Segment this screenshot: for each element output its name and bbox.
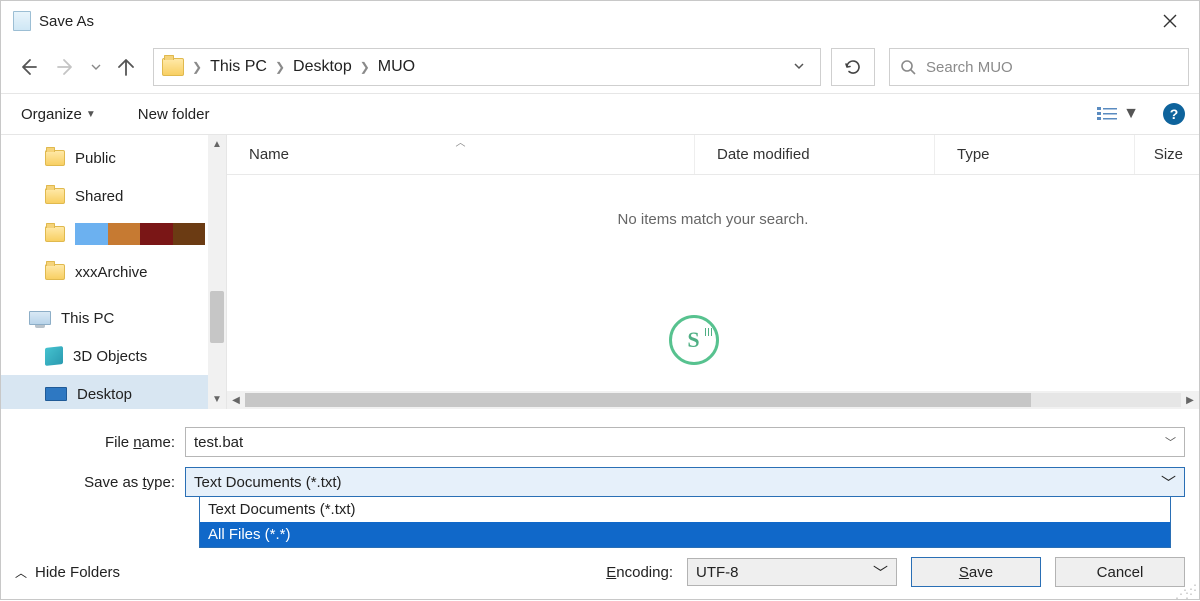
file-name-input[interactable]: test.bat ﹀	[185, 427, 1185, 457]
search-input[interactable]: Search MUO	[889, 48, 1189, 86]
back-button[interactable]	[11, 50, 45, 84]
close-button[interactable]	[1147, 5, 1193, 37]
toolbar: Organize ▼ New folder ▼ ?	[1, 93, 1199, 135]
breadcrumb-this-pc[interactable]: This PC	[204, 58, 273, 76]
encoding-label: Encoding:	[606, 564, 673, 581]
search-placeholder: Search MUO	[926, 59, 1013, 76]
caret-down-icon: ▼	[1123, 105, 1139, 123]
save-type-option-all[interactable]: All Files (*.*)	[200, 522, 1170, 547]
save-type-row: Save as type: Text Documents (*.txt) ﹀ T…	[15, 467, 1185, 497]
chevron-down-icon	[793, 60, 805, 72]
tree-item-shared[interactable]: Shared	[1, 177, 226, 215]
folder-icon	[45, 188, 65, 204]
encoding-select[interactable]: UTF-8 ﹀	[687, 558, 897, 586]
list-body: No items match your search. S	[227, 175, 1199, 391]
tree-item-this-pc[interactable]: This PC	[1, 299, 226, 337]
view-details-icon	[1097, 106, 1117, 122]
scroll-thumb[interactable]	[210, 291, 224, 343]
breadcrumb-muo[interactable]: MUO	[372, 58, 421, 76]
watermark-logo: S	[669, 315, 719, 365]
save-as-dialog: Save As ❯ This PC ❯ Desktop ❯ MUO	[0, 0, 1200, 600]
refresh-icon	[844, 58, 862, 76]
scroll-right-icon[interactable]: ▶	[1181, 395, 1199, 406]
folder-icon	[162, 58, 184, 76]
history-dropdown[interactable]	[87, 62, 105, 72]
cancel-button[interactable]: Cancel	[1055, 557, 1185, 587]
form-area: File name: test.bat ﹀ Save as type: Text…	[1, 409, 1199, 507]
help-button[interactable]: ?	[1163, 103, 1185, 125]
list-header: ︿ Name Date modified Type Size	[227, 135, 1199, 175]
refresh-button[interactable]	[831, 48, 875, 86]
chevron-right-icon: ❯	[273, 60, 287, 74]
tree-scrollbar[interactable]: ▲ ▼	[208, 135, 226, 409]
tree-item-swatch[interactable]	[1, 215, 226, 253]
3d-objects-icon	[45, 346, 63, 366]
tree-item-3d-objects[interactable]: 3D Objects	[1, 337, 226, 375]
file-name-label: File name:	[15, 434, 185, 451]
new-folder-button[interactable]: New folder	[132, 102, 216, 127]
file-list: ︿ Name Date modified Type Size No items …	[227, 135, 1199, 409]
column-type[interactable]: Type	[935, 135, 1135, 174]
caret-down-icon: ▼	[86, 109, 96, 120]
tree-item-public[interactable]: Public	[1, 139, 226, 177]
resize-grip[interactable]: ⋰⋰⋰	[1175, 587, 1195, 597]
arrow-right-icon	[56, 57, 76, 77]
forward-button[interactable]	[49, 50, 83, 84]
scroll-thumb[interactable]	[245, 393, 1031, 407]
navbar: ❯ This PC ❯ Desktop ❯ MUO Search MUO	[1, 41, 1199, 93]
tree-item-desktop[interactable]: Desktop	[1, 375, 226, 409]
save-type-label: Save as type:	[15, 474, 185, 491]
body: Public Shared xxxArchive	[1, 135, 1199, 409]
scroll-up-icon[interactable]: ▲	[212, 135, 222, 154]
scroll-down-icon[interactable]: ▼	[212, 390, 222, 409]
organize-menu[interactable]: Organize ▼	[15, 102, 102, 127]
titlebar: Save As	[1, 1, 1199, 41]
bottom-bar: ︿ Hide Folders Encoding: UTF-8 ﹀ Save Ca…	[1, 549, 1199, 599]
save-button[interactable]: Save	[911, 557, 1041, 587]
empty-message: No items match your search.	[618, 211, 809, 228]
scroll-left-icon[interactable]: ◀	[227, 395, 245, 406]
address-bar[interactable]: ❯ This PC ❯ Desktop ❯ MUO	[153, 48, 821, 86]
chevron-down-icon	[91, 62, 101, 72]
color-swatch	[75, 223, 205, 245]
breadcrumb-desktop[interactable]: Desktop	[287, 58, 358, 76]
chevron-right-icon: ❯	[358, 60, 372, 74]
column-size[interactable]: Size	[1135, 135, 1199, 174]
column-date[interactable]: Date modified	[695, 135, 935, 174]
chevron-down-icon: ﹀	[1161, 472, 1176, 493]
chevron-down-icon[interactable]: ﹀	[1165, 434, 1176, 450]
window-title: Save As	[39, 13, 94, 30]
folder-icon	[45, 264, 65, 280]
column-name[interactable]: ︿ Name	[227, 135, 695, 174]
sort-asc-icon: ︿	[456, 134, 466, 149]
horizontal-scrollbar[interactable]: ◀ ▶	[227, 391, 1199, 409]
arrow-left-icon	[18, 57, 38, 77]
chevron-down-icon: ﹀	[873, 562, 888, 583]
save-type-option-txt[interactable]: Text Documents (*.txt)	[200, 497, 1170, 522]
save-type-select[interactable]: Text Documents (*.txt) ﹀	[185, 467, 1185, 497]
save-type-dropdown: Text Documents (*.txt) All Files (*.*)	[199, 496, 1171, 548]
close-icon	[1163, 14, 1177, 28]
pc-icon	[29, 311, 51, 325]
search-icon	[900, 59, 916, 75]
folder-tree: Public Shared xxxArchive	[1, 135, 227, 409]
folder-icon	[45, 226, 65, 242]
view-menu[interactable]: ▼	[1091, 101, 1145, 127]
desktop-icon	[45, 387, 67, 401]
folder-icon	[45, 150, 65, 166]
tree-item-xxxarchive[interactable]: xxxArchive	[1, 253, 226, 291]
chevron-up-icon: ︿	[15, 564, 27, 581]
up-button[interactable]	[109, 50, 143, 84]
arrow-up-icon	[116, 57, 136, 77]
chevron-right-icon: ❯	[190, 60, 204, 74]
app-icon	[13, 11, 31, 31]
hide-folders-button[interactable]: ︿ Hide Folders	[15, 564, 120, 581]
address-dropdown[interactable]	[782, 60, 816, 75]
file-name-row: File name: test.bat ﹀	[15, 427, 1185, 457]
